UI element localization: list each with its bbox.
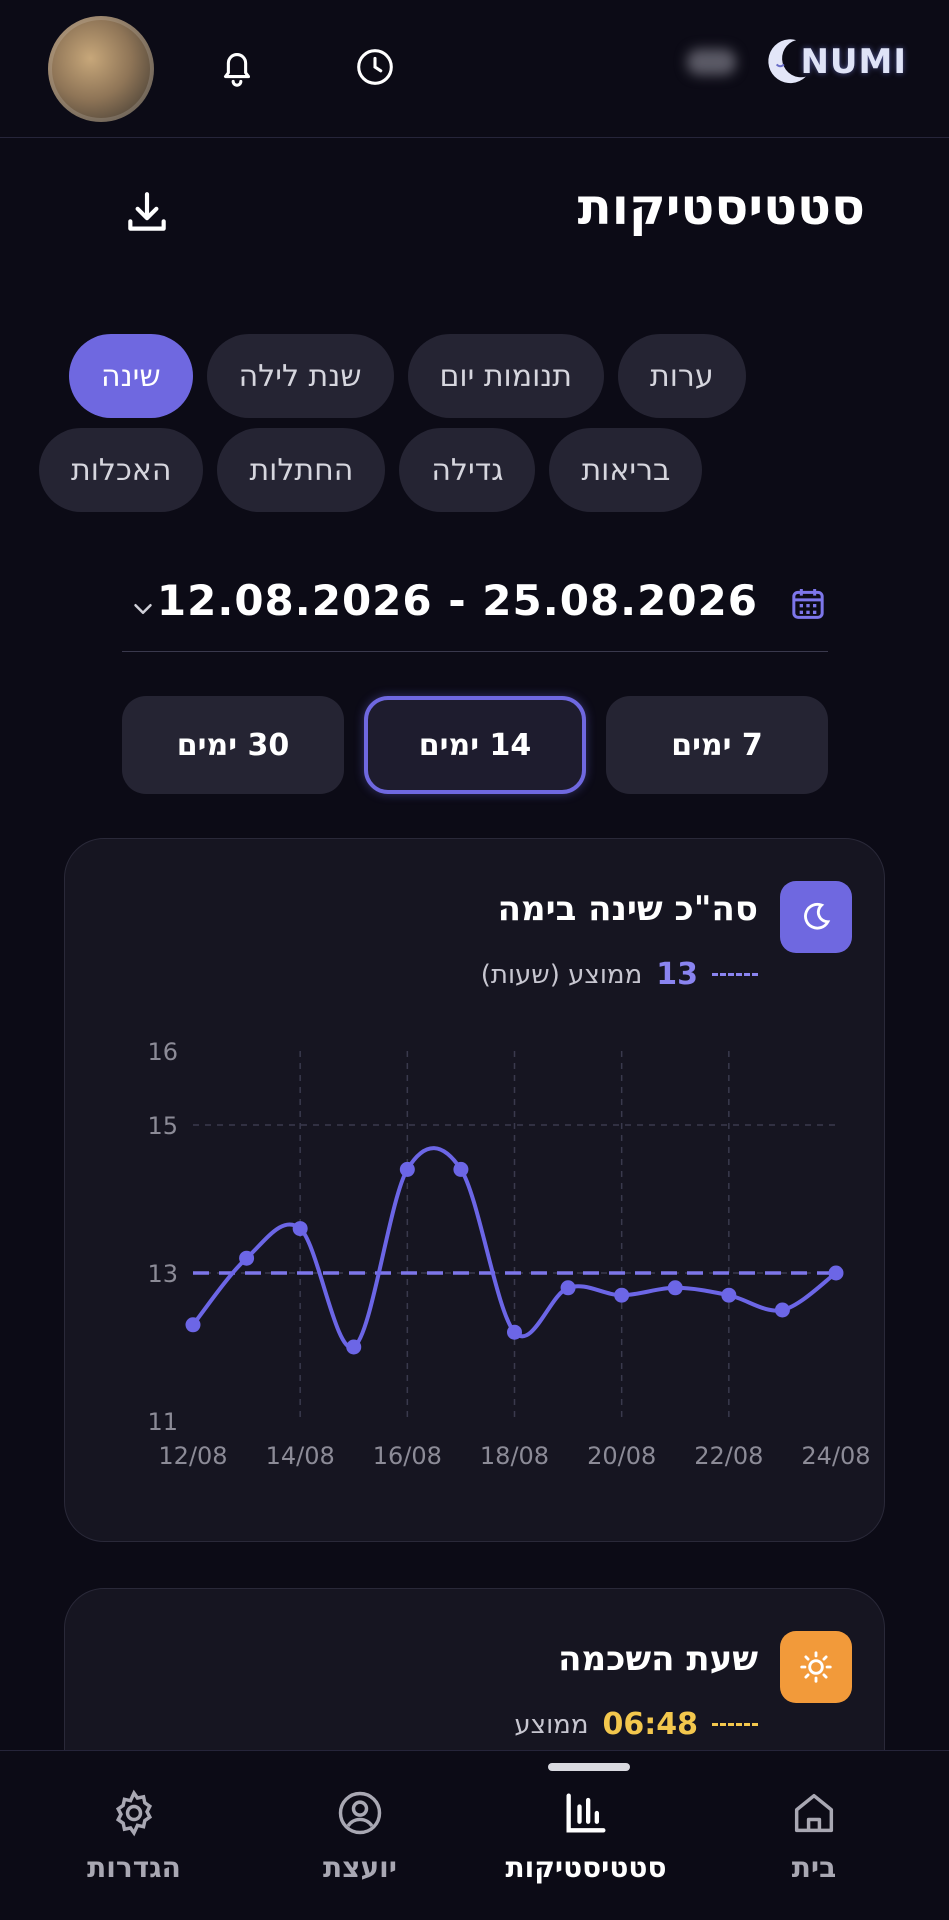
data-point [560, 1280, 576, 1296]
nav-home-label: בית [791, 1851, 837, 1884]
clock-icon[interactable] [352, 44, 398, 90]
data-point [239, 1250, 255, 1266]
nav-settings[interactable]: הגדרות [34, 1787, 234, 1907]
range-7-days[interactable]: 7 ימים [606, 696, 828, 794]
data-point [292, 1221, 308, 1237]
data-point [721, 1287, 737, 1303]
nav-home[interactable]: בית [714, 1787, 914, 1907]
wake-average-line-legend [712, 1723, 758, 1726]
calendar-icon [792, 589, 824, 619]
chip-health[interactable]: בריאות [549, 428, 703, 512]
active-tab-indicator [548, 1763, 630, 1771]
download-icon[interactable] [122, 188, 172, 238]
nav-statistics-label: סטטיסטיקות [505, 1851, 667, 1884]
data-point [185, 1317, 201, 1333]
data-point [346, 1339, 362, 1355]
chip-awake[interactable]: ערות [618, 334, 746, 418]
data-point [667, 1280, 683, 1296]
data-point [399, 1161, 415, 1177]
bottom-navigation: בית סטטיסטיקות יועצת הגדרות [0, 1750, 949, 1920]
x-tick-label: 22/08 [694, 1442, 763, 1470]
advisor-icon [338, 1791, 382, 1835]
sleep-chart: 11 13 15 16 12/08 14/08 16/08 18/08 20/08 22/08 24… [147, 1038, 870, 1470]
nav-advisor-label: יועצת [323, 1851, 397, 1884]
wake-average-label: ממוצע [514, 1709, 589, 1740]
range-options: 7 ימים 14 ימים 30 ימים [122, 696, 828, 794]
chip-growth[interactable]: גדילה [399, 428, 536, 512]
category-chips-row-2: האכלות החתלות גדילה בריאות [39, 428, 839, 512]
nav-statistics[interactable]: סטטיסטיקות [486, 1787, 686, 1907]
sun-icon-badge [780, 1631, 852, 1703]
x-tick-label: 14/08 [266, 1442, 335, 1470]
date-range-selector[interactable]: 12.08.2026 - 25.08.2026 [122, 566, 828, 652]
total-sleep-card: סה"כ שינה בימה ממוצע (שעות) 13 11 13 15 16 1… [64, 838, 885, 1542]
chip-feedings[interactable]: האכלות [39, 428, 204, 512]
x-tick-label: 24/08 [801, 1442, 870, 1470]
data-point [453, 1161, 469, 1177]
data-point [507, 1324, 522, 1340]
category-chips-row-1: שינה שנת לילה תנומות יום ערות [69, 334, 869, 418]
logo-text: NUMI [800, 42, 907, 82]
y-tick-label: 15 [147, 1112, 178, 1140]
blurred-badge [687, 49, 736, 75]
data-point [828, 1265, 844, 1281]
avatar[interactable] [48, 16, 154, 122]
nav-settings-label: הגדרות [87, 1851, 181, 1884]
date-range-text: 12.08.2026 - 25.08.2026 [156, 576, 758, 625]
stats-icon [566, 1793, 606, 1833]
y-tick-label: 16 [147, 1038, 178, 1066]
data-point [614, 1287, 630, 1303]
nav-advisor[interactable]: יועצת [260, 1787, 460, 1907]
x-tick-label: 12/08 [158, 1442, 227, 1470]
settings-icon [115, 1789, 153, 1837]
top-bar: NUMI [0, 0, 949, 138]
chevron-down-icon[interactable] [128, 594, 158, 624]
x-tick-label: 20/08 [587, 1442, 656, 1470]
wake-average-value: 06:48 [602, 1707, 699, 1742]
y-tick-label: 11 [147, 1408, 178, 1436]
wake-average: ממוצע 06:48 [514, 1707, 758, 1742]
bell-icon[interactable] [214, 44, 260, 90]
chip-day-naps[interactable]: תנומות יום [407, 334, 605, 418]
wake-card-title: שעת השכמה [558, 1639, 758, 1679]
sun-icon [800, 1651, 832, 1683]
app-logo: NUMI [687, 26, 907, 98]
x-tick-label: 18/08 [480, 1442, 549, 1470]
x-tick-label: 16/08 [373, 1442, 442, 1470]
range-14-days[interactable]: 14 ימים [364, 696, 586, 794]
y-tick-label: 13 [147, 1260, 178, 1288]
page-title: סטטיסטיקות [577, 178, 865, 236]
range-30-days[interactable]: 30 ימים [122, 696, 344, 794]
home-icon [794, 1793, 834, 1833]
chip-sleep[interactable]: שינה [69, 334, 193, 418]
data-point [774, 1302, 790, 1318]
chip-diapers[interactable]: החתלות [217, 428, 386, 512]
chip-night-sleep[interactable]: שנת לילה [206, 334, 394, 418]
